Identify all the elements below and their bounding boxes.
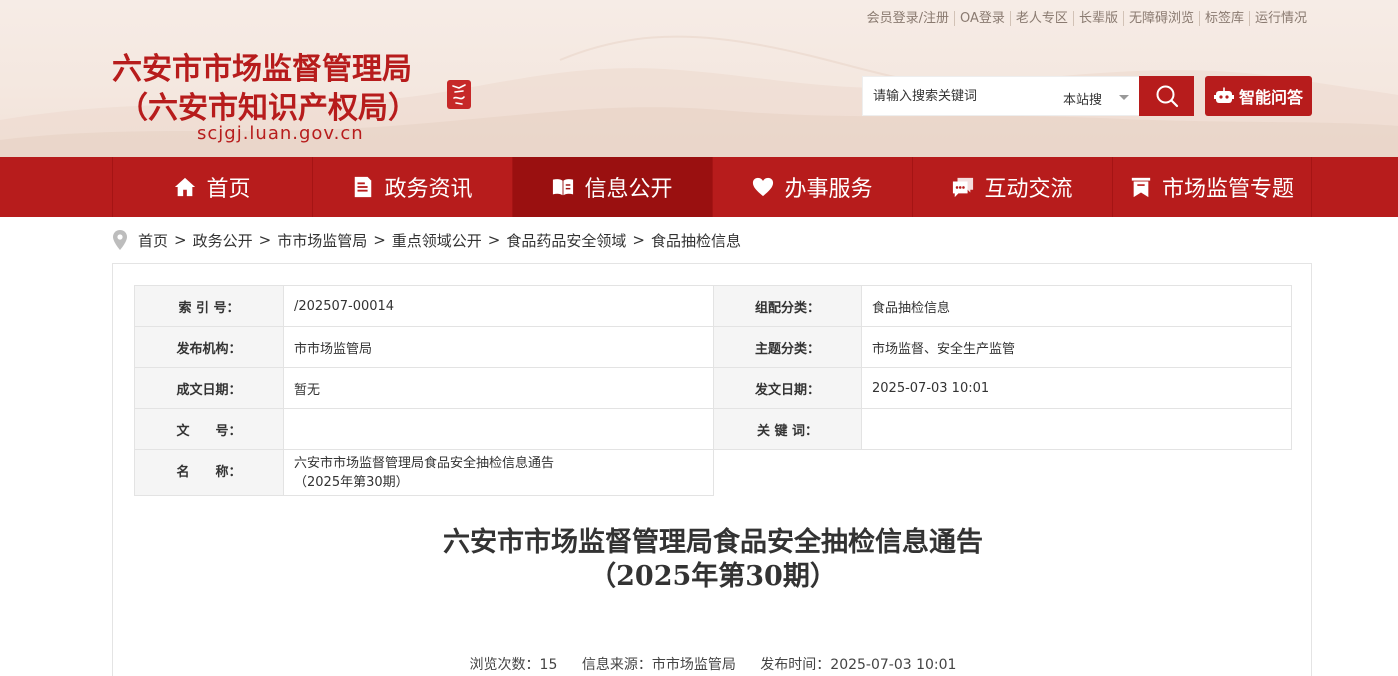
- nav-market-topic-label: 市场监管专题: [1161, 177, 1294, 202]
- publisher-label: 发布机构：: [134, 326, 284, 368]
- index-label: 索 引 号：: [134, 285, 284, 327]
- open-book-icon: [553, 179, 574, 196]
- empty-cell: [713, 449, 1292, 496]
- article-title-line2: （2025年第30期）: [589, 561, 837, 592]
- site-header: 会员登录/注册 OA登录 老人专区 长辈版 无障碍浏览 标签库 运行情况 六安市…: [0, 0, 1398, 157]
- created-date-label: 成文日期：: [134, 367, 284, 409]
- search-icon: [1156, 85, 1178, 108]
- ai-qa-label: 智能问答: [1238, 88, 1303, 107]
- category-value: 食品抽检信息: [861, 285, 1292, 327]
- elderly-zone-link[interactable]: 老人专区: [1009, 11, 1073, 26]
- nav-news-label: 政务资讯: [384, 177, 473, 202]
- issued-date-label: 发文日期：: [713, 367, 862, 409]
- breadcrumb-key-areas[interactable]: 重点领域公开: [392, 230, 482, 251]
- breadcrumb-home[interactable]: 首页: [138, 230, 168, 251]
- member-login-link[interactable]: 会员登录/注册: [862, 11, 954, 26]
- table-row: 成文日期： 暂无 发文日期： 2025-07-03 10:01: [134, 367, 1292, 409]
- search-scope-select[interactable]: 本站搜: [1063, 89, 1102, 108]
- breadcrumb-separator: >: [487, 231, 501, 249]
- accessibility-link[interactable]: 无障碍浏览: [1122, 11, 1199, 26]
- nav-home-label: 首页: [206, 177, 251, 202]
- index-value: /202507-00014: [283, 285, 714, 327]
- nav-services-label: 办事服务: [784, 177, 873, 202]
- site-url: scjgj.luan.gov.cn: [197, 123, 364, 144]
- category-label: 组配分类：: [713, 285, 862, 327]
- issued-date-value: 2025-07-03 10:01: [861, 367, 1292, 409]
- top-links: 会员登录/注册 OA登录 老人专区 长辈版 无障碍浏览 标签库 运行情况: [862, 11, 1312, 26]
- chat-icon: [953, 177, 974, 198]
- document-icon: [355, 176, 372, 198]
- nav-services[interactable]: 办事服务: [712, 157, 912, 217]
- doc-name-value: 六安市市场监督管理局食品安全抽检信息通告 （2025年第30期）: [283, 449, 714, 496]
- home-icon: [175, 177, 196, 197]
- elder-version-link[interactable]: 长辈版: [1072, 11, 1123, 26]
- nav-info-disclosure[interactable]: 信息公开: [512, 157, 712, 217]
- nav-interaction-label: 互动交流: [984, 177, 1073, 202]
- nav-interaction[interactable]: 互动交流: [912, 157, 1112, 217]
- article-meta: 浏览次数：15 信息来源：市市场监管局 发布时间：2025-07-03 10:0…: [113, 654, 1313, 674]
- breadcrumb-gov-affairs[interactable]: 政务公开: [193, 230, 253, 251]
- search-box: 本站搜: [862, 76, 1140, 116]
- table-row: 索 引 号： /202507-00014 组配分类： 食品抽检信息: [134, 285, 1292, 327]
- topic-label: 主题分类：: [713, 326, 862, 368]
- caret-down-icon[interactable]: [1119, 95, 1129, 100]
- nav-home[interactable]: 首页: [112, 157, 312, 217]
- doc-name-label: 名 称：: [134, 449, 284, 496]
- tag-library-link[interactable]: 标签库: [1198, 11, 1249, 26]
- breadcrumb-separator: >: [258, 231, 272, 249]
- article-title-line1: 六安市市场监督管理局食品安全抽检信息通告: [443, 527, 983, 558]
- breadcrumb-food-inspection[interactable]: 食品抽检信息: [651, 230, 741, 251]
- keywords-label: 关 键 词：: [713, 408, 862, 450]
- site-subtitle[interactable]: （六安市知识产权局）: [118, 83, 418, 127]
- nav-market-topic[interactable]: 市场监管专题: [1112, 157, 1312, 217]
- location-pin-icon: [113, 230, 127, 250]
- ai-qa-button[interactable]: 智能问答: [1205, 76, 1312, 116]
- oa-login-link[interactable]: OA登录: [954, 11, 1010, 26]
- doc-name-line1: 六安市市场监督管理局食品安全抽检信息通告: [294, 455, 555, 471]
- table-row: 发布机构： 市市场监管局 主题分类： 市场监督、安全生产监管: [134, 326, 1292, 368]
- robot-icon: [1213, 87, 1234, 103]
- nav-info-disclosure-label: 信息公开: [584, 177, 673, 202]
- article-title: 六安市市场监督管理局食品安全抽检信息通告 （2025年第30期）: [113, 526, 1313, 594]
- document-meta-table: 索 引 号： /202507-00014 组配分类： 食品抽检信息 发布机构： …: [134, 285, 1292, 496]
- heart-icon: [753, 177, 774, 197]
- main-nav: 首页 政务资讯 信息公开 办事服务 互动交流 市场监管专题: [0, 157, 1398, 217]
- city-seal-icon: [447, 80, 471, 109]
- breadcrumb-separator: >: [373, 231, 386, 249]
- topic-value: 市场监督、安全生产监管: [861, 326, 1292, 368]
- table-row: 名 称： 六安市市场监督管理局食品安全抽检信息通告 （2025年第30期）: [134, 449, 1292, 496]
- publisher-value: 市市场监管局: [283, 326, 714, 368]
- article-container: 索 引 号： /202507-00014 组配分类： 食品抽检信息 发布机构： …: [112, 263, 1312, 676]
- breadcrumb-food-drug[interactable]: 食品药品安全领域: [506, 230, 626, 251]
- breadcrumb-bureau[interactable]: 市市场监管局: [277, 230, 367, 251]
- doc-number-label: 文 号：: [134, 408, 284, 450]
- bookmark-icon: [1131, 177, 1151, 198]
- search-button[interactable]: [1139, 76, 1194, 116]
- breadcrumb-separator: >: [632, 231, 645, 249]
- created-date-value: 暂无: [283, 367, 714, 409]
- keywords-value: [861, 408, 1292, 450]
- info-source: 信息来源：市市场监管局: [581, 657, 736, 673]
- operation-status-link[interactable]: 运行情况: [1248, 11, 1312, 26]
- site-title[interactable]: 六安市市场监督管理局: [112, 44, 412, 88]
- search-input[interactable]: [863, 77, 1043, 115]
- table-row: 文 号： 关 键 词：: [134, 408, 1292, 450]
- nav-news[interactable]: 政务资讯: [312, 157, 512, 217]
- breadcrumb: 首页 > 政务公开 > 市市场监管局 > 重点领域公开 > 食品药品安全领域 >…: [113, 229, 741, 251]
- doc-name-line2: （2025年第30期）: [294, 474, 409, 490]
- view-count: 浏览次数：15: [469, 657, 558, 673]
- publish-time: 发布时间：2025-07-03 10:01: [760, 657, 957, 673]
- doc-number-value: [283, 408, 714, 450]
- breadcrumb-separator: >: [174, 231, 187, 249]
